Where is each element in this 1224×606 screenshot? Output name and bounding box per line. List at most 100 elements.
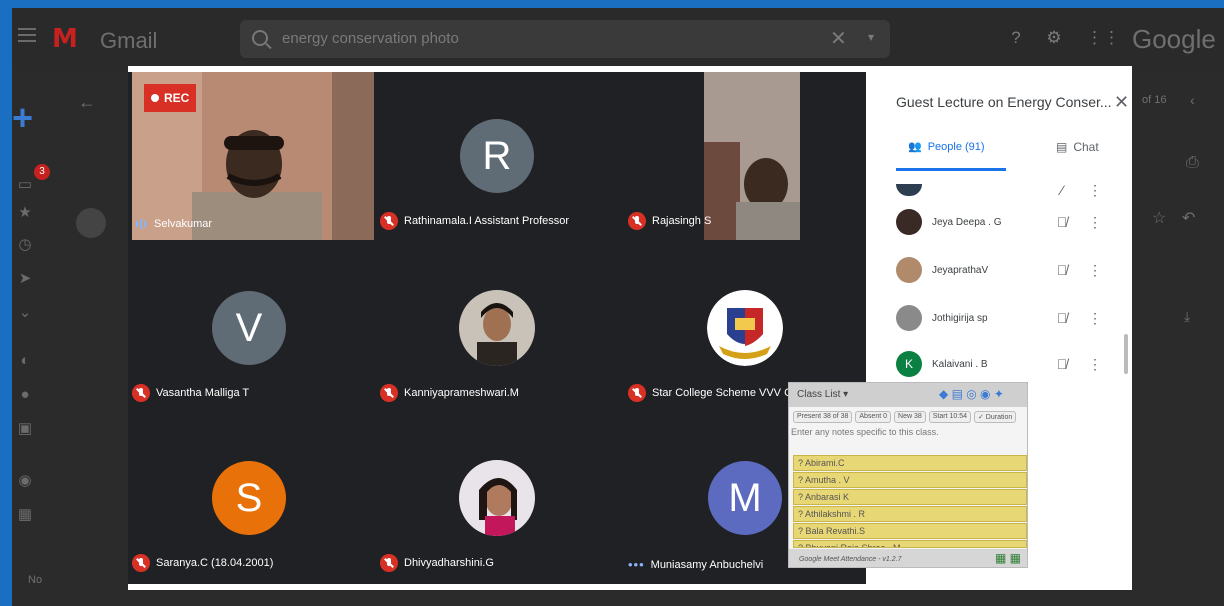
meeting-title: Guest Lecture on Energy Conser... (896, 94, 1112, 110)
tab-people[interactable]: 👥 People (91) (908, 140, 985, 154)
participant-list-item[interactable]: Jeya Deepa . G 🎙̸ ⋮ (896, 202, 1126, 242)
location-icon[interactable]: ◉ (16, 472, 34, 490)
participant-list-item[interactable]: JeyaprathaV 🎙̸ ⋮ (896, 250, 1126, 290)
sent-icon[interactable]: ➤ (16, 270, 34, 288)
present-stat: Present 38 of 38 (793, 411, 853, 423)
attendance-extension-popup: Class List ▾ ◆ ▤ ◎ ◉ ✦ Present 38 of 38 … (788, 382, 1028, 568)
participant-name-row: Vasantha Malliga T (132, 384, 249, 402)
participant-tile[interactable]: REC Selvakumar (132, 72, 374, 240)
apps-grid-icon[interactable]: ⋮⋮ (1086, 28, 1120, 48)
record-dot-icon (151, 94, 159, 102)
participant-list-name: Jeya Deepa . G (932, 216, 1002, 228)
recording-badge: REC (144, 84, 196, 112)
extension-version: Google Meet Attendance - v1.2.7 (799, 556, 902, 563)
meet-icon[interactable]: ◐ (16, 352, 34, 370)
participant-list-item[interactable]: K Kalaivani . B 🎙̸ ⋮ (896, 344, 1126, 384)
search-input[interactable]: energy conservation photo (282, 30, 459, 47)
compose-icon[interactable]: + (12, 100, 33, 136)
people-icon: 👥 (908, 141, 922, 153)
more-options-icon[interactable]: ⋮ (1088, 262, 1102, 279)
snoozed-icon[interactable]: ◷ (16, 236, 34, 254)
participant-tile[interactable]: Kanniyaprameshwari.M (376, 244, 618, 412)
attendance-stats: Present 38 of 38 Absent 0 New 38 Start 1… (793, 411, 1017, 423)
mic-off-icon (380, 384, 398, 402)
absent-stat: Absent 0 (855, 411, 892, 423)
participant-list-item[interactable]: Jothigirija sp 🎙̸ ⋮ (896, 298, 1126, 338)
mic-muted-icon: ⁄ (1060, 182, 1064, 198)
participant-avatar: S (212, 461, 286, 535)
print-icon[interactable]: ⎙ (1186, 154, 1199, 172)
duration-stat: ✓ Duration (974, 411, 1017, 423)
participant-photo (459, 290, 535, 366)
participant-name: Selvakumar (154, 218, 213, 230)
more-options-icon[interactable]: ⋮ (1088, 182, 1102, 199)
inbox-icon[interactable]: ▭ (16, 176, 34, 194)
attendance-row[interactable]: ? Bhuvani Raja Shree . M (793, 540, 1027, 548)
participant-list-avatar (896, 257, 922, 283)
participant-tile[interactable]: Dhivyadharshini.G (376, 414, 618, 582)
participant-list-avatar (896, 209, 922, 235)
participant-tile[interactable]: R Rathinamala.I Assistant Professor (376, 72, 618, 240)
attendance-toolbar-icons[interactable]: ◆ ▤ ◎ ◉ ✦ (939, 387, 1004, 401)
menu-icon[interactable] (18, 28, 36, 42)
participant-avatar: R (460, 119, 534, 193)
reply-icon[interactable]: ↶ (1182, 208, 1195, 228)
start-time-stat: Start 10:54 (928, 411, 971, 423)
tab-chat[interactable]: ▤ Chat (1056, 140, 1099, 154)
panel-scrollbar[interactable] (1124, 334, 1128, 374)
close-panel-icon[interactable]: ✕ (1114, 92, 1129, 113)
mic-muted-icon: 🎙̸ (1056, 356, 1068, 372)
class-list-dropdown[interactable]: Class List ▾ (797, 389, 848, 400)
mic-off-icon (132, 554, 150, 572)
starred-icon[interactable]: ★ (16, 204, 34, 222)
sender-avatar (76, 208, 106, 238)
more-options-icon[interactable]: ⋮ (1088, 214, 1102, 231)
attendance-row[interactable]: ? Athilakshmi . R (793, 506, 1027, 522)
gmail-header: M Gmail energy conservation photo ✕ ▾ ? … (12, 8, 1224, 70)
attendance-row[interactable]: ? Anbarasi K (793, 489, 1027, 505)
gmail-app-name: Gmail (100, 28, 158, 53)
participant-tile[interactable]: V Vasantha Malliga T (128, 244, 370, 412)
download-icon[interactable]: ⤓ (1184, 308, 1190, 325)
participant-name: Rajasingh S (652, 215, 712, 227)
participant-tile[interactable]: S Saranya.C (18.04.2001) (128, 414, 370, 582)
attendance-row[interactable]: ? Bala Revathi.S (793, 523, 1027, 539)
participant-name-row: Saranya.C (18.04.2001) (132, 554, 273, 572)
help-icon[interactable]: ? (1006, 28, 1026, 48)
search-options-icon[interactable]: ▾ (868, 30, 874, 44)
participant-list-name: JeyaprathaV (932, 264, 989, 276)
clear-search-icon[interactable]: ✕ (830, 26, 847, 51)
class-notes-input[interactable]: Enter any notes specific to this class. (791, 427, 939, 437)
mic-off-icon (132, 384, 150, 402)
tasks-icon[interactable]: ▦ (16, 506, 34, 524)
chat-icon[interactable]: ● (16, 386, 34, 404)
more-icon[interactable]: ⌄ (16, 304, 34, 322)
prev-page-icon[interactable]: ‹ (1190, 92, 1195, 108)
tab-people-label: People (91) (927, 140, 985, 153)
participant-tile[interactable]: Rajasingh S (624, 72, 866, 240)
settings-gear-icon[interactable]: ⚙ (1044, 28, 1064, 48)
mic-muted-icon: 🎙̸ (1056, 214, 1068, 230)
recording-label: REC (164, 91, 190, 105)
participant-name-row: Rajasingh S (628, 212, 711, 230)
participant-list-avatar: K (896, 351, 922, 377)
new-stat: New 38 (894, 411, 926, 423)
attendance-row[interactable]: ? Amutha . V (793, 472, 1027, 488)
footer-text: No (28, 574, 43, 586)
participant-name-row: Selvakumar (136, 218, 212, 230)
participant-name-row: ••• Muniasamy Anbuchelvi (628, 557, 763, 572)
star-message-icon[interactable]: ☆ (1152, 208, 1166, 228)
attendance-row[interactable]: ? Abirami.C (793, 455, 1027, 471)
mic-off-icon (628, 384, 646, 402)
more-options-icon[interactable]: ⋮ (1088, 356, 1102, 373)
back-arrow-icon[interactable]: ← (78, 92, 96, 113)
attendance-footer: Google Meet Attendance - v1.2.7 ▦ ▦ (789, 549, 1027, 567)
export-sheets-icon[interactable]: ▦ ▦ (995, 551, 1021, 565)
calendar-icon[interactable]: ▣ (16, 420, 34, 438)
participant-name: Dhivyadharshini.G (404, 557, 494, 569)
gmail-logo-icon[interactable]: M (52, 24, 78, 54)
mic-off-icon (380, 212, 398, 230)
more-options-icon[interactable]: ⋮ (1088, 310, 1102, 327)
search-icon[interactable] (252, 30, 268, 46)
participant-name: Saranya.C (18.04.2001) (156, 557, 274, 569)
